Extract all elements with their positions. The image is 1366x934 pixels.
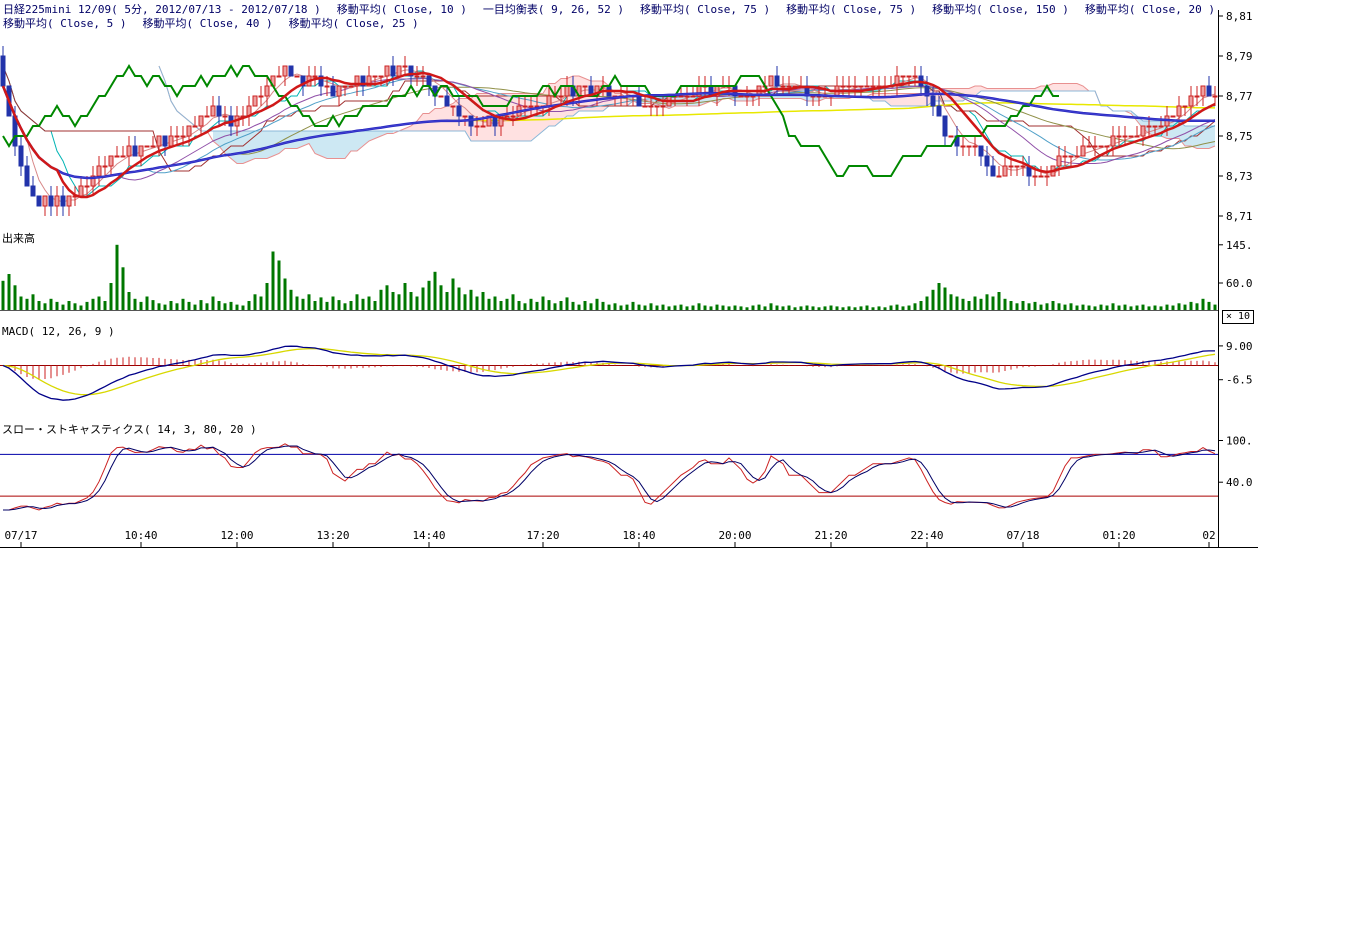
volume-panel-plot — [0, 245, 1218, 311]
x-axis-tick-label: 18:40 — [622, 529, 655, 542]
legend-ma-close-75a: 移動平均( Close, 75 ) — [640, 3, 770, 16]
x-axis-tick-label: 10:40 — [124, 529, 157, 542]
x-axis-tick-label: 20:00 — [718, 529, 751, 542]
macd-panel-title: MACD( 12, 26, 9 ) — [2, 325, 115, 338]
stochastics-panel-title: スロー・ストキャスティクス( 14, 3, 80, 20 ) — [2, 421, 257, 437]
x-axis-tick-label: 22:40 — [910, 529, 943, 542]
legend-ma-close-5: 移動平均( Close, 5 ) — [3, 17, 126, 30]
legend-ma-close-20: 移動平均( Close, 20 ) — [1085, 3, 1215, 16]
x-axis-tick-label: 21:20 — [814, 529, 847, 542]
x-axis-tick-label: 01:20 — [1102, 529, 1135, 542]
legend-ma-close-150: 移動平均( Close, 150 ) — [932, 3, 1069, 16]
ichimoku-cloud — [213, 131, 393, 164]
x-axis-tick-label: 17:20 — [526, 529, 559, 542]
legend-ichimoku: 一目均衡表( 9, 26, 52 ) — [483, 3, 624, 16]
price-panel-plot — [1, 46, 1217, 216]
chart-canvas[interactable]: 8,818,798,778,758,738,71145.60.09.00-6.5… — [0, 0, 1366, 560]
x-axis-tick-label: 02 — [1202, 529, 1215, 542]
y-axis-tick-label: 60.0 — [1226, 277, 1253, 290]
legend-row-2: 移動平均( Close, 5 ) 移動平均( Close, 40 ) 移動平均( C… — [3, 15, 435, 31]
legend-ma-close-25: 移動平均( Close, 25 ) — [289, 17, 419, 30]
x-axis-tick-label: 07/18 — [1006, 529, 1039, 542]
y-axis-tick-label: 9.00 — [1226, 340, 1253, 353]
y-axis-tick-label: 8,77 — [1226, 90, 1253, 103]
y-axis-tick-label: 8,79 — [1226, 50, 1253, 63]
legend-ma-close-40: 移動平均( Close, 40 ) — [142, 17, 272, 30]
legend-ma-close-75b: 移動平均( Close, 75 ) — [786, 3, 916, 16]
stochastics-panel-plot — [0, 444, 1218, 510]
x-axis-tick-label: 07/17 — [4, 529, 37, 542]
y-axis-tick-label: -6.5 — [1226, 374, 1253, 387]
x-axis-tick-label: 13:20 — [316, 529, 349, 542]
y-axis-tick-label: 8,75 — [1226, 130, 1253, 143]
chart-window: 8,818,798,778,758,738,71145.60.09.00-6.5… — [0, 0, 1366, 934]
volume-panel-title: 出来高 — [2, 230, 35, 246]
y-axis-tick-label: 8,73 — [1226, 170, 1253, 183]
macd-panel-plot — [0, 346, 1218, 400]
y-axis-tick-label: 100. — [1226, 434, 1253, 447]
y-axis-tick-label: 8,71 — [1226, 210, 1253, 223]
y-axis-tick-label: 145. — [1226, 239, 1253, 252]
x-axis-tick-label: 12:00 — [220, 529, 253, 542]
volume-unit-multiplier-badge: × 10 — [1222, 310, 1254, 324]
x-axis-tick-label: 14:40 — [412, 529, 445, 542]
y-axis-tick-label: 40.0 — [1226, 476, 1253, 489]
